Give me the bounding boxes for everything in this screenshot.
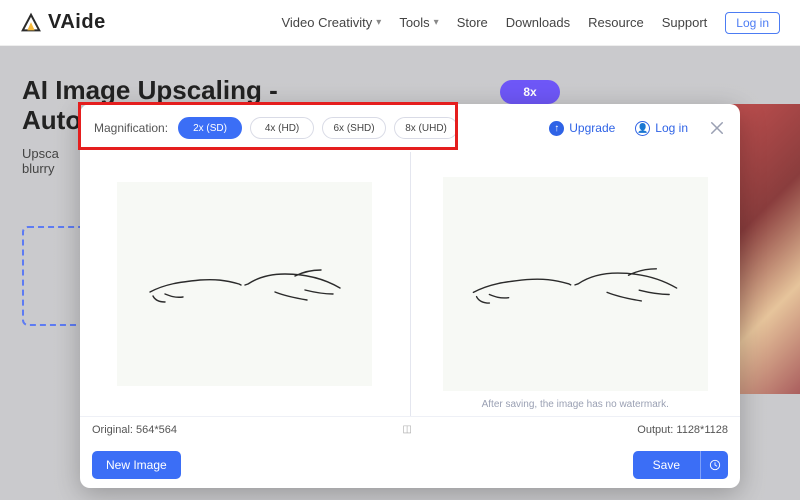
nav-support[interactable]: Support — [662, 15, 708, 30]
upgrade-icon: ↑ — [549, 121, 564, 136]
output-dimensions: Output: 1128*1128 — [637, 424, 728, 436]
save-options-button[interactable] — [700, 451, 728, 479]
mag-option-4x[interactable]: 4x (HD) — [250, 117, 314, 139]
compare-panel: After saving, the image has no watermark… — [80, 152, 740, 416]
logo-icon — [20, 12, 42, 34]
hands-sketch-icon — [468, 241, 682, 327]
hands-sketch-icon — [145, 244, 345, 324]
mag-option-8x[interactable]: 8x (UHD) — [394, 117, 458, 139]
badge-8x: 8x — [500, 80, 560, 104]
magnification-options: 2x (SD) 4x (HD) 6x (SHD) 8x (UHD) — [178, 117, 458, 139]
top-nav: VAide Video Creativity▾ Tools▾ Store Dow… — [0, 0, 800, 46]
logo[interactable]: VAide — [20, 11, 106, 34]
chevron-down-icon: ▾ — [376, 17, 381, 28]
modal-bottom-bar: New Image Save — [80, 442, 740, 488]
mag-option-2x[interactable]: 2x (SD) — [178, 117, 242, 139]
original-image — [117, 182, 372, 386]
user-icon: 👤 — [635, 121, 650, 136]
upscale-modal: Magnification: 2x (SD) 4x (HD) 6x (SHD) … — [80, 104, 740, 488]
nav-login-button[interactable]: Log in — [725, 12, 780, 34]
output-image — [443, 177, 708, 391]
nav-resource[interactable]: Resource — [588, 15, 644, 30]
nav-video-creativity[interactable]: Video Creativity▾ — [281, 15, 381, 30]
brand-text: VAide — [48, 11, 106, 34]
modal-login-link[interactable]: 👤 Log in — [635, 121, 688, 136]
watermark-note: After saving, the image has no watermark… — [482, 399, 669, 410]
modal-toolbar: Magnification: 2x (SD) 4x (HD) 6x (SHD) … — [80, 104, 740, 152]
nav-store[interactable]: Store — [457, 15, 488, 30]
chevron-down-icon: ▾ — [434, 17, 439, 28]
meta-row: Original: 564*564 ◫ Output: 1128*1128 — [80, 416, 740, 442]
original-side — [80, 152, 410, 416]
upgrade-link[interactable]: ↑ Upgrade — [549, 121, 615, 136]
original-dimensions: Original: 564*564 — [92, 424, 177, 436]
nav-downloads[interactable]: Downloads — [506, 15, 570, 30]
nav-tools[interactable]: Tools▾ — [399, 15, 438, 30]
output-side: After saving, the image has no watermark… — [411, 152, 741, 416]
compare-toggle-icon[interactable]: ◫ — [177, 424, 637, 435]
magnification-label: Magnification: — [94, 121, 168, 135]
save-button[interactable]: Save — [633, 451, 700, 479]
new-image-button[interactable]: New Image — [92, 451, 181, 479]
save-button-group: Save — [633, 451, 728, 479]
close-button[interactable] — [708, 119, 726, 137]
mag-option-6x[interactable]: 6x (SHD) — [322, 117, 386, 139]
